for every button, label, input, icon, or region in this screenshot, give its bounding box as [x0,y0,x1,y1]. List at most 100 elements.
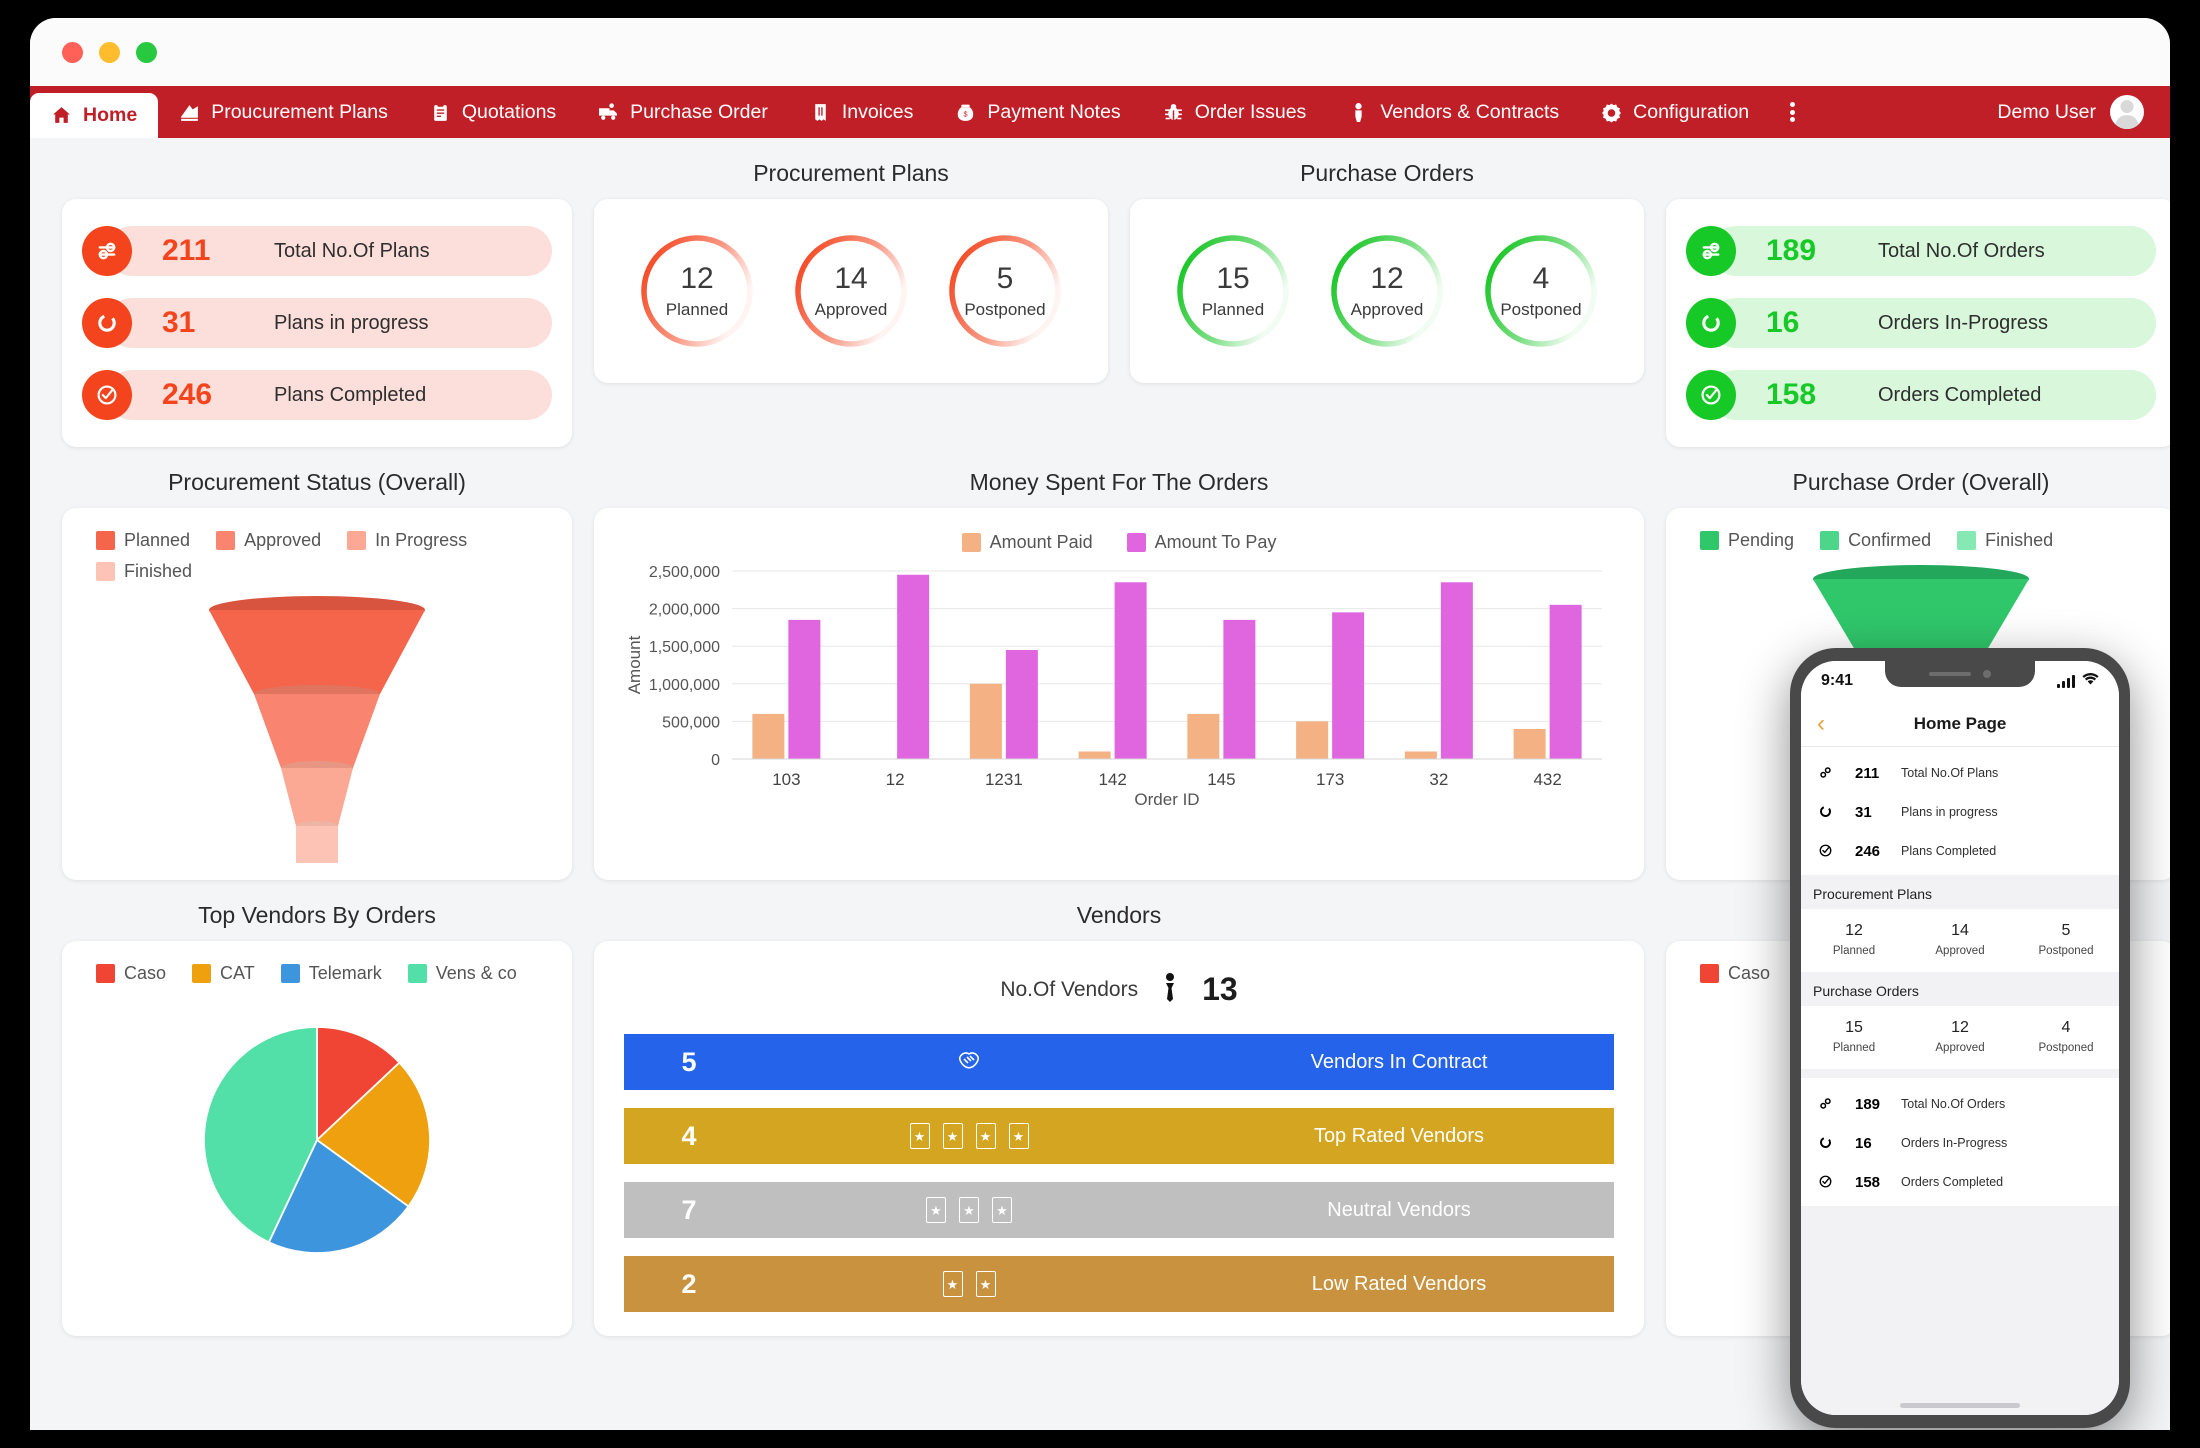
legend-item[interactable]: Pending [1700,530,1794,551]
kpi-label: Total No.Of Orders [1878,239,2045,262]
ring-label: Approved [1350,300,1424,319]
y-axis-tick: 2,000,000 [649,602,720,619]
bar[interactable] [752,713,785,759]
status-ring[interactable]: 5 Postponed [944,230,1066,352]
x-axis-tick: 12 [886,770,905,789]
phone-grid-cell[interactable]: 5 Postponed [2013,922,2119,957]
vendor-icons [754,1048,1184,1077]
progress-ring-icon [1811,1128,1839,1156]
phone-grid-label: Approved [1935,1042,1985,1054]
phone-grid-cell[interactable]: 15 Planned [1801,1019,1907,1054]
legend-item[interactable]: Telemark [280,963,382,984]
phone-grid-cell[interactable]: 14 Approved [1907,922,2013,957]
vendor-row[interactable]: 5 Vendors In Contract [624,1034,1614,1090]
kpi-row[interactable]: 31 Plans in progress [82,295,552,351]
phone-kpi-row[interactable]: 189 Total No.Of Orders [1811,1087,2109,1119]
nav-item-order-issues[interactable]: Order Issues [1142,86,1328,138]
nav-item-quotations[interactable]: Quotations [409,86,577,138]
status-ring[interactable]: 15 Planned [1172,230,1294,352]
phone-kpi-bar: 246 Plans Completed [1825,837,2109,865]
kpi-row[interactable]: 16 Orders In-Progress [1686,295,2156,351]
phone-home-indicator [1900,1403,2020,1408]
window-maximize-button[interactable] [136,41,157,63]
vendor-row[interactable]: 7 ★ ★ ★ Neutral Vendors [624,1182,1614,1238]
star-icon: ★ [909,1123,930,1149]
vendor-row[interactable]: 2 ★ ★ Low Rated Vendors [624,1256,1614,1312]
kpi-row[interactable]: 189 Total No.Of Orders [1686,223,2156,279]
phone-kpi-row[interactable]: 211 Total No.Of Plans [1811,756,2109,788]
phone-grid-cell[interactable]: 12 Planned [1801,922,1907,957]
clipboard-icon [430,102,451,123]
bar[interactable] [1549,604,1582,759]
phone-kpi-row[interactable]: 158 Orders Completed [1811,1165,2109,1197]
ring-label: Planned [665,300,729,319]
status-ring[interactable]: 12 Approved [1326,230,1448,352]
legend-item[interactable]: Amount Paid [961,532,1093,553]
bar[interactable] [897,574,930,759]
nav-item-payment-notes[interactable]: $ Payment Notes [934,86,1141,138]
legend-item[interactable]: Approved [216,530,321,551]
plans-kpi-card: 211 Total No.Of Plans 31 Plans in progress 2… [62,199,572,447]
status-ring[interactable]: 12 Planned [636,230,758,352]
phone-kpi-row[interactable]: 16 Orders In-Progress [1811,1126,2109,1158]
legend-item[interactable]: Finished [1957,530,2053,551]
nav-item-vendors-contracts[interactable]: Vendors & Contracts [1327,86,1580,138]
vendor-icons: ★ ★ ★ ★ [754,1123,1184,1149]
phone-grid-cell[interactable]: 12 Approved [1907,1019,2013,1054]
vendor-row[interactable]: 4 ★ ★ ★ ★ Top Rated Vendors [624,1108,1614,1164]
bar[interactable] [1187,713,1220,759]
legend-item[interactable]: Caso [1700,963,1770,984]
bar[interactable] [1332,612,1365,759]
kebab-menu-icon[interactable] [1770,86,1815,138]
legend-item[interactable]: Vens & co [407,963,517,984]
nav-item-label: Configuration [1633,100,1750,123]
bar[interactable] [969,683,1002,759]
bar[interactable] [1296,721,1329,759]
user-menu[interactable]: Demo User [1997,86,2170,138]
sliders-icon [1811,1089,1839,1117]
phone-grid-cell[interactable]: 4 Postponed [2013,1019,2119,1054]
phone-time: 9:41 [1821,672,1854,689]
window-minimize-button[interactable] [99,41,120,63]
bar[interactable] [1404,751,1437,759]
nav-item-home[interactable]: Home [30,93,159,138]
bar[interactable] [1005,649,1038,759]
nav-item-proucurement-plans[interactable]: Proucurement Plans [158,86,409,138]
bar[interactable] [1078,751,1111,759]
legend-item[interactable]: Finished [96,561,192,582]
bar[interactable] [1114,582,1147,759]
nav-item-purchase-order[interactable]: Purchase Order [577,86,789,138]
phone-kpi-row[interactable]: 31 Plans in progress [1811,795,2109,827]
plans-rings-card: 12 Planned 14 Approved 5 Postponed [594,199,1108,383]
bar[interactable] [1440,582,1473,759]
status-ring[interactable]: 14 Approved [790,230,912,352]
bar[interactable] [788,619,821,759]
main-navigation: Home Proucurement Plans Quotations Purchase… [30,86,2170,138]
legend-swatch [1126,533,1146,552]
legend-swatch [407,964,427,983]
chevron-left-icon[interactable]: ‹ [1817,711,1825,736]
nav-item-invoices[interactable]: Invoices [789,86,935,138]
status-ring[interactable]: 4 Postponed [1480,230,1602,352]
legend-item[interactable]: Amount To Pay [1126,532,1277,553]
legend-item[interactable]: Caso [96,963,166,984]
legend-swatch [96,531,115,550]
legend-item[interactable]: In Progress [347,530,467,551]
legend-label: Amount To Pay [1154,532,1277,552]
bar-chart-legend: Amount Paid Amount To Pay [594,508,1644,561]
bar[interactable] [1223,619,1256,759]
kpi-row[interactable]: 246 Plans Completed [82,367,552,423]
legend-swatch [961,533,981,552]
bar[interactable] [1513,728,1546,759]
window-close-button[interactable] [62,41,83,63]
kpi-row[interactable]: 158 Orders Completed [1686,367,2156,423]
phone-kpi-row[interactable]: 246 Plans Completed [1811,834,2109,866]
legend-item[interactable]: Confirmed [1820,530,1931,551]
nav-item-configuration[interactable]: Configuration [1580,86,1770,138]
star-icon: ★ [992,1197,1012,1223]
kpi-row[interactable]: 211 Total No.Of Plans [82,223,552,279]
phone-orders-grid: 15 Planned 12 Approved 4 Postponed [1801,1006,2119,1069]
ring-value: 14 [834,262,868,295]
legend-item[interactable]: CAT [192,963,255,984]
legend-item[interactable]: Planned [96,530,190,551]
